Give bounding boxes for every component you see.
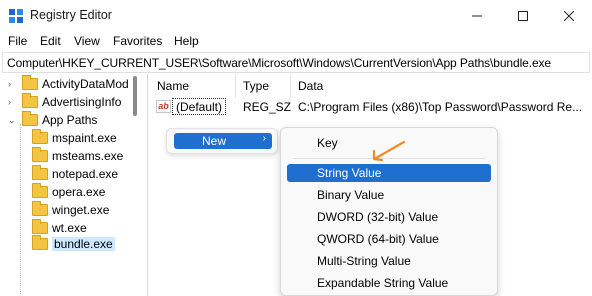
tree-item-mspaint[interactable]: mspaint.exe: [32, 129, 117, 147]
tree-item-notepad[interactable]: notepad.exe: [32, 165, 118, 183]
folder-icon: [32, 219, 48, 234]
submenu-item-qword-value[interactable]: QWORD (64-bit) Value: [287, 230, 491, 248]
string-value-icon: ab: [156, 100, 171, 113]
chevron-right-icon: ›: [262, 133, 266, 144]
folder-icon: [22, 75, 38, 90]
submenu-item-label: Multi-String Value: [317, 254, 411, 268]
tree-item-label: wt.exe: [52, 221, 87, 235]
tree-item-label: AdvertisingInfo: [42, 95, 122, 109]
table-row[interactable]: ab (Default) REG_SZ C:\Program Files (x8…: [150, 98, 592, 116]
menu-file[interactable]: File: [8, 34, 27, 48]
tree-item-msteams[interactable]: msteams.exe: [32, 147, 123, 165]
collapse-icon[interactable]: ⌄: [8, 115, 16, 126]
minimize-icon: [472, 15, 482, 17]
submenu-item-label: QWORD (64-bit) Value: [317, 232, 439, 246]
tree-item-label: msteams.exe: [52, 149, 124, 163]
context-menu: New ›: [166, 128, 278, 154]
registry-editor-icon: [9, 9, 23, 23]
menu-item-new[interactable]: New ›: [174, 133, 272, 149]
column-header-label: Name: [157, 79, 190, 93]
submenu-item-label: DWORD (32-bit) Value: [317, 210, 439, 224]
tree-item-label: mspaint.exe: [52, 131, 117, 145]
column-header-type[interactable]: Type: [236, 74, 291, 98]
folder-icon: [32, 147, 48, 162]
folder-open-icon: [22, 111, 38, 126]
menu-separator: [293, 158, 485, 159]
submenu-item-label: Key: [317, 136, 338, 150]
submenu-item-string-value[interactable]: String Value: [287, 164, 491, 182]
menu-help[interactable]: Help: [174, 34, 199, 48]
window-title: Registry Editor: [30, 8, 112, 22]
folder-icon: [32, 129, 48, 144]
minimize-button[interactable]: [454, 0, 500, 32]
tree-item-label: App Paths: [42, 113, 98, 127]
menu-item-label: New: [202, 134, 227, 148]
submenu-item-label: Expandable String Value: [317, 276, 449, 290]
menu-edit[interactable]: Edit: [40, 34, 61, 48]
column-header-name[interactable]: Name: [150, 74, 236, 98]
submenu-item-binary-value[interactable]: Binary Value: [287, 186, 491, 204]
maximize-icon: [518, 11, 528, 21]
close-icon: [564, 11, 574, 21]
tree-pane[interactable]: › ActivityDataMod › AdvertisingInfo ⌄ Ap…: [0, 74, 148, 296]
tree-scrollbar-thumb[interactable]: [133, 76, 137, 116]
folder-icon: [32, 235, 48, 250]
address-path[interactable]: Computer\HKEY_CURRENT_USER\Software\Micr…: [7, 56, 551, 70]
submenu-item-label: String Value: [317, 166, 382, 180]
value-data: C:\Program Files (x86)\Top Password\Pass…: [298, 100, 583, 114]
tree-item-label: bundle.exe: [52, 237, 115, 251]
title-bar: Registry Editor: [0, 0, 592, 32]
tree-item-advertisinginfo[interactable]: › AdvertisingInfo: [8, 93, 121, 111]
value-name: (Default): [172, 98, 227, 115]
maximize-button[interactable]: [500, 0, 546, 32]
submenu-item-multi-string-value[interactable]: Multi-String Value: [287, 252, 491, 270]
menu-bar: File Edit View Favorites Help: [0, 32, 592, 52]
tree-guide-line: [20, 124, 21, 294]
value-type: REG_SZ: [243, 100, 292, 114]
column-header-label: Data: [298, 79, 324, 93]
expand-icon[interactable]: ›: [8, 79, 11, 89]
submenu-item-key[interactable]: Key: [287, 134, 491, 152]
close-button[interactable]: [546, 0, 592, 32]
submenu-item-label: Binary Value: [317, 188, 385, 202]
tree-item-activitydatamod[interactable]: › ActivityDataMod: [8, 75, 129, 93]
tree-item-label: opera.exe: [52, 185, 106, 199]
tree-item-app-paths[interactable]: ⌄ App Paths: [8, 111, 97, 129]
address-bar[interactable]: Computer\HKEY_CURRENT_USER\Software\Micr…: [2, 52, 590, 73]
menu-view[interactable]: View: [74, 34, 100, 48]
tree-item-label: winget.exe: [52, 203, 110, 217]
tree-scrollbar[interactable]: [133, 74, 139, 296]
column-header-label: Type: [243, 79, 270, 93]
tree-item-bundle[interactable]: bundle.exe: [32, 235, 115, 253]
folder-icon: [32, 165, 48, 180]
column-header-data[interactable]: Data: [291, 74, 592, 98]
new-submenu: Key String Value Binary Value DWORD (32-…: [280, 127, 498, 296]
tree-item-winget[interactable]: winget.exe: [32, 201, 109, 219]
tree-item-opera[interactable]: opera.exe: [32, 183, 105, 201]
folder-icon: [22, 93, 38, 108]
submenu-item-expandable-string-value[interactable]: Expandable String Value: [287, 274, 491, 292]
tree-item-label: notepad.exe: [52, 167, 119, 181]
expand-icon[interactable]: ›: [8, 97, 11, 107]
submenu-item-dword-value[interactable]: DWORD (32-bit) Value: [287, 208, 491, 226]
folder-icon: [32, 201, 48, 216]
tree-item-label: ActivityDataMod: [42, 77, 129, 91]
folder-icon: [32, 183, 48, 198]
menu-favorites[interactable]: Favorites: [113, 34, 162, 48]
